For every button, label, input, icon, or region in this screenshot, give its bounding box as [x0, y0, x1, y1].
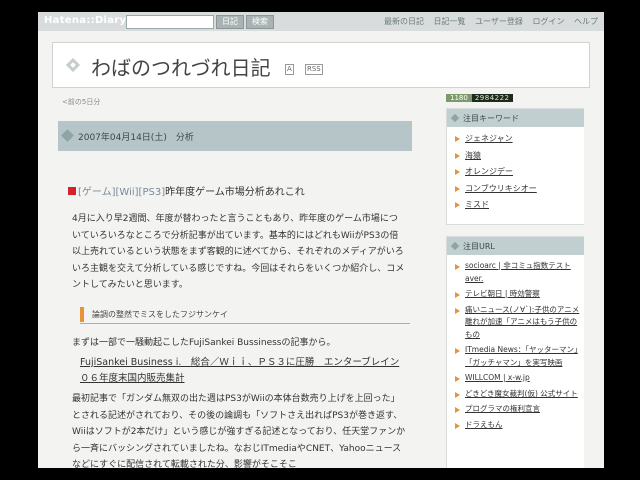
url-label[interactable]: どきどき魔女裁判(仮) 公式サイト: [465, 389, 578, 398]
keywords-box: 注目キーワード ジェネジャン 海猿 オレンジデー コンブウリキシオー ミスド: [446, 108, 584, 225]
red-square-icon: [68, 187, 76, 195]
diary-title[interactable]: わばのつれづれ日記: [91, 52, 271, 81]
hatena-logo[interactable]: Hatena::Diary: [44, 15, 126, 26]
counter-label: 1180: [446, 94, 472, 102]
top-bar: Hatena::Diary 日記 検索 最新の日記 日記一覧 ユーザー登録 ログ…: [38, 12, 604, 31]
keyword-label[interactable]: 海猿: [465, 151, 481, 160]
keyword-item[interactable]: ジェネジャン: [447, 131, 584, 148]
url-label[interactable]: socioarc | 非コミュ指数テスト aver.: [465, 261, 571, 283]
arrow-right-icon: [455, 152, 460, 159]
keyword-item[interactable]: コンブウリキシオー: [447, 181, 584, 198]
url-label[interactable]: WILLCOM | x-w.jp: [465, 373, 530, 382]
arrow-right-icon: [455, 422, 460, 429]
url-item[interactable]: 痛いニュース(ノ∀`):子供のアニメ離れが加速「アニメはもう子供のもの: [447, 304, 584, 342]
url-item[interactable]: プログラマの権利宣言: [447, 403, 584, 416]
diary-button[interactable]: 日記: [216, 15, 244, 29]
url-item[interactable]: ITmedia News：「ヤッターマン」「ガッチャマン」を実写映画: [447, 344, 584, 369]
section-title-text[interactable]: 昨年度ゲーム市場分析あれこれ: [165, 187, 305, 198]
arrow-right-icon: [455, 307, 460, 314]
keywords-title: 注目キーワード: [463, 114, 519, 123]
diamond-icon: [450, 241, 460, 251]
url-item[interactable]: どきどき魔女裁判(仮) 公式サイト: [447, 388, 584, 401]
arrow-right-icon: [455, 348, 460, 354]
keyword-item[interactable]: 海猿: [447, 148, 584, 165]
arrow-right-icon: [455, 391, 460, 398]
day-diamond-icon: [61, 129, 74, 142]
url-label[interactable]: プログラマの権利宣言: [465, 404, 540, 413]
arrow-right-icon: [455, 407, 460, 413]
section-title: [ゲーム][Wii][PS3]昨年度ゲーム市場分析あれこれ: [68, 183, 305, 198]
url-item[interactable]: ドラえもん: [447, 419, 584, 432]
main-column: 2007年04月14日(土) 分析 [ゲーム][Wii][PS3]昨年度ゲーム市…: [58, 121, 412, 468]
keyword-item[interactable]: ミスド: [447, 197, 584, 214]
orange-bar-icon: [80, 307, 84, 322]
arrow-right-icon: [455, 169, 460, 175]
urls-box: 注目URL socioarc | 非コミュ指数テスト aver. テレビ朝日 |…: [446, 236, 584, 468]
category-wii[interactable]: [Wii]: [116, 187, 139, 198]
diamond-icon: [450, 113, 460, 123]
search-input[interactable]: [126, 15, 214, 29]
top-nav: 最新の日記 日記一覧 ユーザー登録 ログイン ヘルプ: [377, 16, 598, 27]
nav-list[interactable]: 日記一覧: [434, 17, 466, 26]
sub-heading: 論調の整然でミスをしたフジサンケイ: [80, 307, 410, 324]
keywords-header: 注目キーワード: [447, 109, 584, 127]
nav-login[interactable]: ログイン: [532, 17, 564, 26]
url-item[interactable]: socioarc | 非コミュ指数テスト aver.: [447, 260, 584, 285]
url-label[interactable]: テレビ朝日 | 時効警察: [465, 289, 540, 298]
article-link[interactable]: FujiSankei Business i. 総合／Ｗｉｉ、ＰＳ３に圧勝 エンタ…: [80, 355, 400, 387]
day-header: 2007年04月14日(土) 分析: [58, 121, 412, 151]
url-item[interactable]: WILLCOM | x-w.jp: [447, 372, 584, 385]
entry-paragraph-1: 4月に入り早2週間、年度が替わったと言うこともあり、昨年度のゲーム市場についてい…: [72, 214, 405, 290]
url-label[interactable]: 痛いニュース(ノ∀`):子供のアニメ離れが加速「アニメはもう子供のもの: [465, 305, 579, 339]
urls-title: 注目URL: [463, 242, 495, 251]
nav-help[interactable]: ヘルプ: [574, 17, 598, 26]
antenna-icon[interactable]: A: [285, 64, 294, 75]
keyword-item[interactable]: オレンジデー: [447, 164, 584, 181]
arrow-right-icon: [455, 202, 460, 208]
day-date[interactable]: 2007年04月14日(土) 分析: [78, 130, 194, 143]
url-label[interactable]: ITmedia News：「ヤッターマン」「ガッチャマン」を実写映画: [465, 345, 578, 367]
entry-paragraph-2: まずは一部で一騒動起こしたFujiSankei Bussinessの記事から。: [72, 338, 336, 348]
arrow-right-icon: [455, 376, 460, 382]
sidebar: 1180 2984222 注目キーワード ジェネジャン 海猿 オレンジデー コンブ…: [446, 93, 584, 468]
arrow-right-icon: [455, 264, 460, 270]
keyword-label[interactable]: ジェネジャン: [465, 134, 513, 143]
category-game[interactable]: [ゲーム]: [78, 187, 116, 198]
prev-days-link[interactable]: <前の5日分: [62, 97, 100, 107]
browser-viewport: Hatena::Diary 日記 検索 最新の日記 日記一覧 ユーザー登録 ログ…: [38, 12, 604, 468]
keyword-label[interactable]: コンブウリキシオー: [465, 184, 537, 193]
url-label[interactable]: ドラえもん: [465, 420, 503, 429]
keyword-label[interactable]: ミスド: [465, 200, 489, 209]
search-button[interactable]: 検索: [246, 15, 274, 29]
diary-diamond-icon: [65, 57, 81, 73]
nav-latest[interactable]: 最新の日記: [384, 17, 424, 26]
nav-register[interactable]: ユーザー登録: [475, 17, 523, 26]
urls-header: 注目URL: [447, 237, 584, 255]
category-ps3[interactable]: [PS3]: [139, 187, 166, 198]
counter-value: 2984222: [471, 94, 513, 102]
rss-icon[interactable]: RSS: [305, 64, 323, 75]
keyword-label[interactable]: オレンジデー: [465, 167, 513, 176]
access-counter: 1180 2984222: [446, 93, 513, 103]
diary-header: わばのつれづれ日記 A RSS: [52, 42, 590, 88]
sub-heading-text: 論調の整然でミスをしたフジサンケイ: [92, 310, 228, 319]
url-item[interactable]: テレビ朝日 | 時効警察: [447, 288, 584, 301]
arrow-right-icon: [455, 185, 460, 192]
arrow-right-icon: [455, 136, 460, 142]
entry-paragraph-3: 最初記事で「ガンダム無双の出た週はPS3がWiiの本体台数売り上げを上回った」と…: [72, 394, 406, 468]
arrow-right-icon: [455, 292, 460, 298]
